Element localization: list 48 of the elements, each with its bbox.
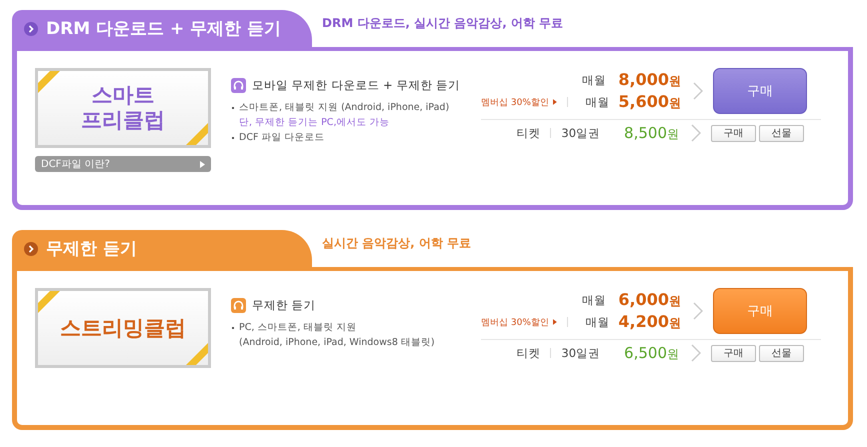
info-button[interactable]: DCF파일 이란?: [35, 156, 211, 172]
price-text: 4,200원: [617, 312, 681, 332]
ticket-button[interactable]: 선물: [759, 344, 804, 362]
banner-text: 스트리밍클럽: [60, 316, 186, 340]
price-text: 5,600원: [617, 92, 681, 112]
feature-heading: 모바일 무제한 다운로드 + 무제한 듣기: [252, 78, 460, 93]
discount-link[interactable]: 멤버십 30%할인: [481, 96, 549, 108]
discount-link[interactable]: 멤버십 30%할인: [481, 316, 549, 328]
buy-button[interactable]: 구매: [713, 68, 807, 114]
headphones-icon: [231, 78, 246, 93]
section-title: 무제한 듣기: [46, 238, 137, 260]
price-text: 8,000원: [617, 70, 681, 90]
section-subtitle: 실시간 음악감상, 어학 무료: [322, 235, 472, 252]
buy-button[interactable]: 구매: [713, 288, 807, 334]
ticket-button[interactable]: 구매: [711, 124, 756, 142]
period-label: 매월: [582, 72, 606, 88]
section-title: DRM 다운로드 + 무제한 듣기: [46, 18, 282, 40]
period-label: 매월: [586, 94, 610, 110]
caret-icon: [200, 160, 205, 168]
ticket-label: 티켓: [516, 126, 540, 140]
price-text: 6,500원: [624, 344, 679, 362]
period-label: 매월: [586, 314, 610, 330]
price-text: 8,500원: [624, 124, 679, 142]
ticket-label: 티켓: [516, 346, 540, 360]
feature-text: PC, 스마트폰, 태블릿 지원: [239, 321, 356, 335]
chevron-icon: [693, 82, 703, 100]
section-subtitle: DRM 다운로드, 실시간 음악감상, 어학 무료: [322, 15, 564, 32]
chevron-icon: [693, 302, 703, 320]
banner-text: 스마트: [92, 83, 154, 108]
feature-text: 스마트폰, 태블릿 지원 (Android, iPhone, iPad): [239, 101, 450, 115]
caret-icon: [552, 99, 557, 105]
headphones-icon: [231, 298, 246, 313]
ticket-button[interactable]: 구매: [711, 344, 756, 362]
feature-heading: 무제한 듣기: [252, 298, 316, 313]
feature-text: (Android, iPhone, iPad, Windows8 태블릿): [239, 336, 435, 350]
period-label: 매월: [582, 292, 606, 308]
caret-icon: [552, 319, 557, 325]
chevron-icon: [691, 124, 701, 142]
chevron-circle-icon: [24, 22, 38, 36]
feature-text: 단, 무제한 듣기는 PC,에서도 가능: [239, 116, 390, 130]
ticket-button[interactable]: 선물: [759, 124, 804, 142]
banner-text: 프리클럽: [81, 108, 165, 133]
chevron-icon: [691, 344, 701, 362]
price-text: 6,000원: [617, 290, 681, 310]
period-label: 30일권: [561, 346, 600, 360]
feature-text: DCF 파일 다운로드: [239, 131, 324, 145]
period-label: 30일권: [561, 126, 600, 140]
chevron-circle-icon: [24, 242, 38, 256]
